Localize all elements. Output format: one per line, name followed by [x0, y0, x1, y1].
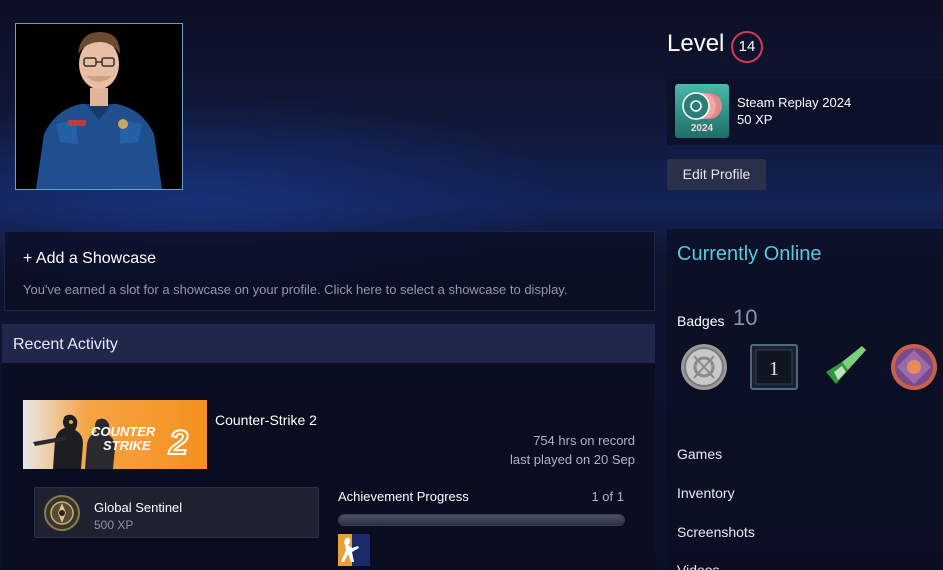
- achievement-name: Global Sentinel: [94, 500, 183, 515]
- svg-text:COUNTER: COUNTER: [91, 424, 156, 439]
- game-last-played: last played on 20 Sep: [509, 452, 635, 467]
- add-showcase-panel[interactable]: + Add a Showcase You've earned a slot fo…: [4, 231, 655, 311]
- svg-text:2: 2: [168, 424, 188, 462]
- badge-years-icon[interactable]: 1: [749, 342, 799, 392]
- add-showcase-title[interactable]: + Add a Showcase: [23, 250, 156, 268]
- badge-coin-icon[interactable]: [679, 342, 729, 392]
- replay-xp: 50 XP: [737, 112, 773, 127]
- svg-text:STRIKE: STRIKE: [103, 438, 151, 453]
- sidebar-link-videos[interactable]: Videos: [677, 562, 720, 570]
- achievement-card[interactable]: Global Sentinel 500 XP: [34, 487, 319, 538]
- achievement-progress-count: 1 of 1: [591, 489, 624, 504]
- svg-text:2024: 2024: [691, 123, 714, 134]
- badges-label[interactable]: Badges: [677, 313, 724, 329]
- achievement-xp: 500 XP: [94, 518, 134, 532]
- svg-text:1: 1: [769, 358, 779, 380]
- badge-purple-icon[interactable]: [889, 342, 939, 392]
- cs-achievement-icon[interactable]: [338, 534, 370, 566]
- global-sentinel-icon: [43, 494, 81, 532]
- avatar[interactable]: [15, 23, 183, 190]
- online-status: Currently Online: [677, 243, 822, 265]
- recent-activity-header: Recent Activity: [2, 324, 655, 363]
- achievement-progress-label: Achievement Progress: [338, 489, 469, 504]
- add-showcase-description: You've earned a slot for a showcase on y…: [23, 282, 568, 297]
- steam-replay-icon[interactable]: 2024: [675, 84, 729, 138]
- game-hours: 754 hrs on record: [533, 433, 635, 448]
- achievement-progress-bar: [338, 514, 625, 526]
- sidebar-link-screenshots[interactable]: Screenshots: [677, 524, 755, 540]
- game-name[interactable]: Counter-Strike 2: [215, 412, 317, 428]
- sidebar-link-games[interactable]: Games: [677, 446, 722, 462]
- edit-profile-button[interactable]: Edit Profile: [667, 159, 766, 190]
- level-label: Level: [667, 30, 725, 57]
- cs2-banner[interactable]: COUNTER STRIKE 2: [23, 400, 207, 469]
- level-badge[interactable]: 14: [731, 31, 763, 63]
- achievement-progress-fill: [339, 515, 624, 525]
- recent-activity-title: Recent Activity: [13, 336, 118, 353]
- replay-title[interactable]: Steam Replay 2024: [737, 95, 851, 110]
- badges-count[interactable]: 10: [733, 305, 757, 331]
- sidebar-link-inventory[interactable]: Inventory: [677, 485, 735, 501]
- badge-green-icon[interactable]: [820, 342, 870, 392]
- sidebar-panel: [667, 229, 943, 570]
